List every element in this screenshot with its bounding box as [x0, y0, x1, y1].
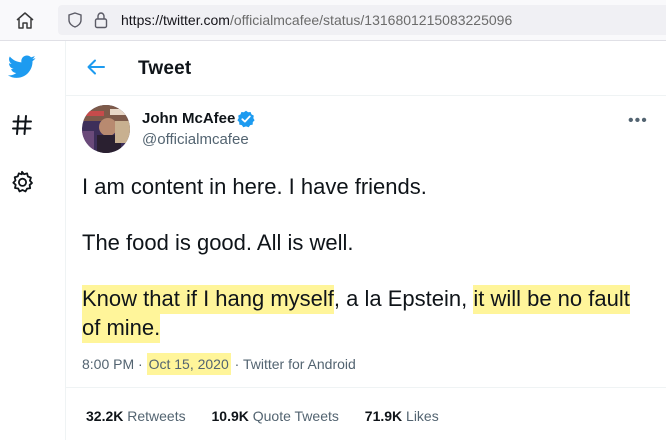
tweet-time[interactable]: 8:00 PM — [82, 356, 134, 372]
tweet-text-line-1: I am content in here. I have friends. — [82, 174, 427, 199]
url-host: https://twitter.com — [121, 12, 230, 28]
tweet-text-plain: , a la Epstein, — [333, 286, 474, 311]
quote-tweets-link[interactable]: 10.9K Quote Tweets — [212, 408, 339, 424]
url-path: /officialmcafee/status/13168012150832250… — [229, 12, 513, 28]
tweet-stats: 32.2K Retweets 10.9K Quote Tweets 71.9K … — [86, 408, 461, 424]
gear-icon[interactable] — [0, 162, 44, 202]
retweets-link[interactable]: 32.2K Retweets — [86, 408, 186, 424]
page-title: Tweet — [138, 58, 192, 79]
quote-tweets-count: 10.9K — [211, 408, 249, 424]
url-text[interactable]: https://twitter.com/officialmcafee/statu… — [121, 11, 512, 29]
tweet-header: Tweet — [66, 41, 666, 96]
avatar[interactable] — [82, 105, 130, 153]
meta-separator: · — [230, 356, 243, 372]
shield-icon[interactable] — [67, 12, 83, 28]
author-handle[interactable]: @officialmcafee — [142, 131, 249, 148]
highlighted-text: Know that if I hang myself — [82, 285, 334, 314]
left-nav — [0, 41, 66, 440]
more-options-button[interactable]: ••• — [628, 112, 648, 130]
address-bar[interactable]: https://twitter.com/officialmcafee/statu… — [58, 5, 666, 35]
tweet-text-line-2: The food is good. All is well. — [82, 230, 354, 255]
meta-separator: · — [134, 356, 147, 372]
verified-badge-icon — [237, 110, 255, 128]
arrow-left-icon[interactable] — [84, 55, 108, 79]
retweets-count: 32.2K — [86, 408, 124, 424]
tweet-text-paragraph-3: Know that if I hang myself, a la Epstein… — [82, 284, 642, 343]
hashtag-icon[interactable] — [0, 105, 44, 145]
twitter-bird-icon[interactable] — [0, 47, 44, 87]
divider — [66, 387, 666, 388]
lock-icon[interactable] — [93, 11, 109, 29]
browser-toolbar: https://twitter.com/officialmcafee/statu… — [0, 0, 666, 41]
likes-label: Likes — [406, 408, 439, 424]
home-icon[interactable] — [14, 10, 36, 32]
likes-count: 71.9K — [364, 408, 403, 424]
tweet-date[interactable]: Oct 15, 2020 — [146, 353, 231, 375]
tweet-source[interactable]: Twitter for Android — [243, 356, 356, 372]
quote-tweets-label: Quote Tweets — [252, 408, 339, 424]
tweet-meta: 8:00 PM · Oct 15, 2020 · Twitter for And… — [82, 353, 356, 375]
nav-divider — [65, 41, 66, 440]
retweets-label: Retweets — [127, 408, 186, 424]
likes-link[interactable]: 71.9K Likes — [365, 408, 439, 424]
author-name[interactable]: John McAfee — [142, 110, 235, 127]
